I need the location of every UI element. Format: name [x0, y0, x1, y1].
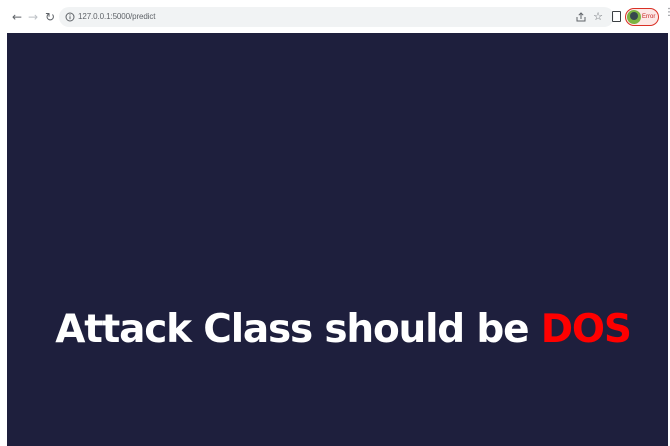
- info-icon[interactable]: [65, 12, 75, 22]
- browser-window: ← → ↻ 127.0.0.1:5000/predict ☆ Error ⋮ A…: [0, 0, 670, 446]
- prediction-result: Attack Class should be DOS: [7, 302, 670, 358]
- share-icon[interactable]: [575, 11, 587, 23]
- avatar-image: [630, 12, 638, 20]
- profile-button[interactable]: Error: [625, 8, 659, 26]
- attack-class-value: DOS: [540, 307, 632, 352]
- address-bar[interactable]: 127.0.0.1:5000/predict ☆: [59, 7, 614, 27]
- profile-status-label: Error: [642, 14, 656, 20]
- reload-icon[interactable]: ↻: [42, 9, 58, 25]
- more-vert-icon[interactable]: ⋮: [664, 8, 670, 23]
- url-text[interactable]: 127.0.0.1:5000/predict: [78, 11, 156, 23]
- star-icon[interactable]: ☆: [591, 10, 605, 24]
- arrow-right-icon[interactable]: →: [25, 9, 41, 25]
- side-panel-icon[interactable]: [612, 11, 621, 22]
- avatar: [627, 10, 641, 24]
- browser-toolbar: ← → ↻ 127.0.0.1:5000/predict ☆ Error ⋮: [0, 0, 670, 33]
- page-content: Attack Class should be DOS: [7, 33, 668, 446]
- arrow-left-icon[interactable]: ←: [9, 9, 25, 25]
- result-prefix: Attack Class should be: [55, 307, 541, 352]
